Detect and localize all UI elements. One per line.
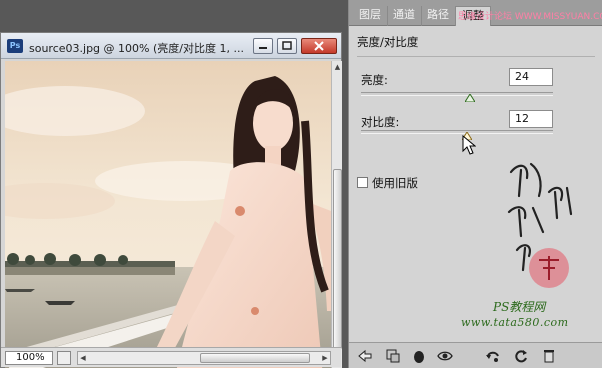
horizontal-scrollbar[interactable]: ◀ ▶ [77,351,331,365]
url-watermark: www.tata580.com [461,316,569,329]
brightness-input[interactable]: 24 [509,68,553,86]
document-title: source03.jpg @ 100% (亮度/对比度 1, ... [29,42,244,54]
contrast-label: 对比度: [361,115,400,129]
tab-paths[interactable]: 路径 [421,6,456,26]
minimize-icon [259,47,267,49]
scroll-right-icon[interactable]: ▶ [320,352,330,364]
calligraphy-watermark [507,162,573,288]
brand-watermark: PS教程网 [493,300,546,314]
scroll-up-icon[interactable]: ▲ [333,63,342,72]
contrast-slider[interactable] [361,130,553,134]
back-arrow-icon [358,349,372,363]
visibility-button[interactable] [411,348,427,364]
vertical-scrollbar[interactable]: ▲ ▼ [331,61,342,368]
status-bar: 100% ◀ ▶ [1,347,341,367]
tab-channels[interactable]: 通道 [387,6,422,26]
clip-layer-button[interactable] [385,348,401,364]
brightness-label: 亮度: [361,73,388,87]
mouse-cursor-icon [462,135,476,155]
close-icon [314,41,324,51]
preview-button[interactable] [437,348,453,364]
vertical-scroll-thumb[interactable] [333,169,342,349]
divider [357,56,595,57]
legacy-checkbox[interactable] [357,177,368,188]
delete-button[interactable] [541,348,557,364]
reset-icon [515,350,527,363]
close-button[interactable] [301,38,337,54]
contrast-input[interactable]: 12 [509,110,553,128]
panel-title: 亮度/对比度 [357,35,419,49]
zoom-field[interactable]: 100% [5,351,53,365]
document-window: Ps source03.jpg @ 100% (亮度/对比度 1, ... ▲ … [0,32,342,368]
eye-icon [437,351,453,361]
document-titlebar[interactable]: Ps source03.jpg @ 100% (亮度/对比度 1, ... [1,33,341,59]
back-button[interactable] [357,348,373,364]
brightness-slider-thumb[interactable] [465,94,476,102]
minimize-button[interactable] [253,38,273,54]
scroll-left-icon[interactable]: ◀ [78,352,88,364]
clip-layer-icon [386,349,400,363]
maximize-icon [282,41,292,50]
adjustments-panel: 图层 通道 路径 调整 亮度/对比度 亮度: 24 对比度: 12 使用旧版 P… [348,0,602,368]
horizontal-scroll-thumb[interactable] [200,353,310,363]
forum-watermark: 思缘设计论坛 WWW.MISSYUAN.COM [458,12,602,22]
status-info-icon[interactable] [57,351,71,365]
view-previous-icon [486,351,499,362]
tab-layers[interactable]: 图层 [353,6,388,26]
panel-footer-toolbar [349,342,602,368]
brightness-slider[interactable] [361,92,553,96]
visibility-icon [414,351,424,363]
trash-icon [544,350,554,363]
reset-button[interactable] [513,348,529,364]
legacy-checkbox-label: 使用旧版 [372,176,418,190]
photo-image [5,61,331,368]
image-canvas[interactable] [5,61,331,368]
maximize-button[interactable] [277,38,297,54]
view-previous-button[interactable] [485,348,501,364]
photoshop-logo-icon: Ps [7,39,23,53]
